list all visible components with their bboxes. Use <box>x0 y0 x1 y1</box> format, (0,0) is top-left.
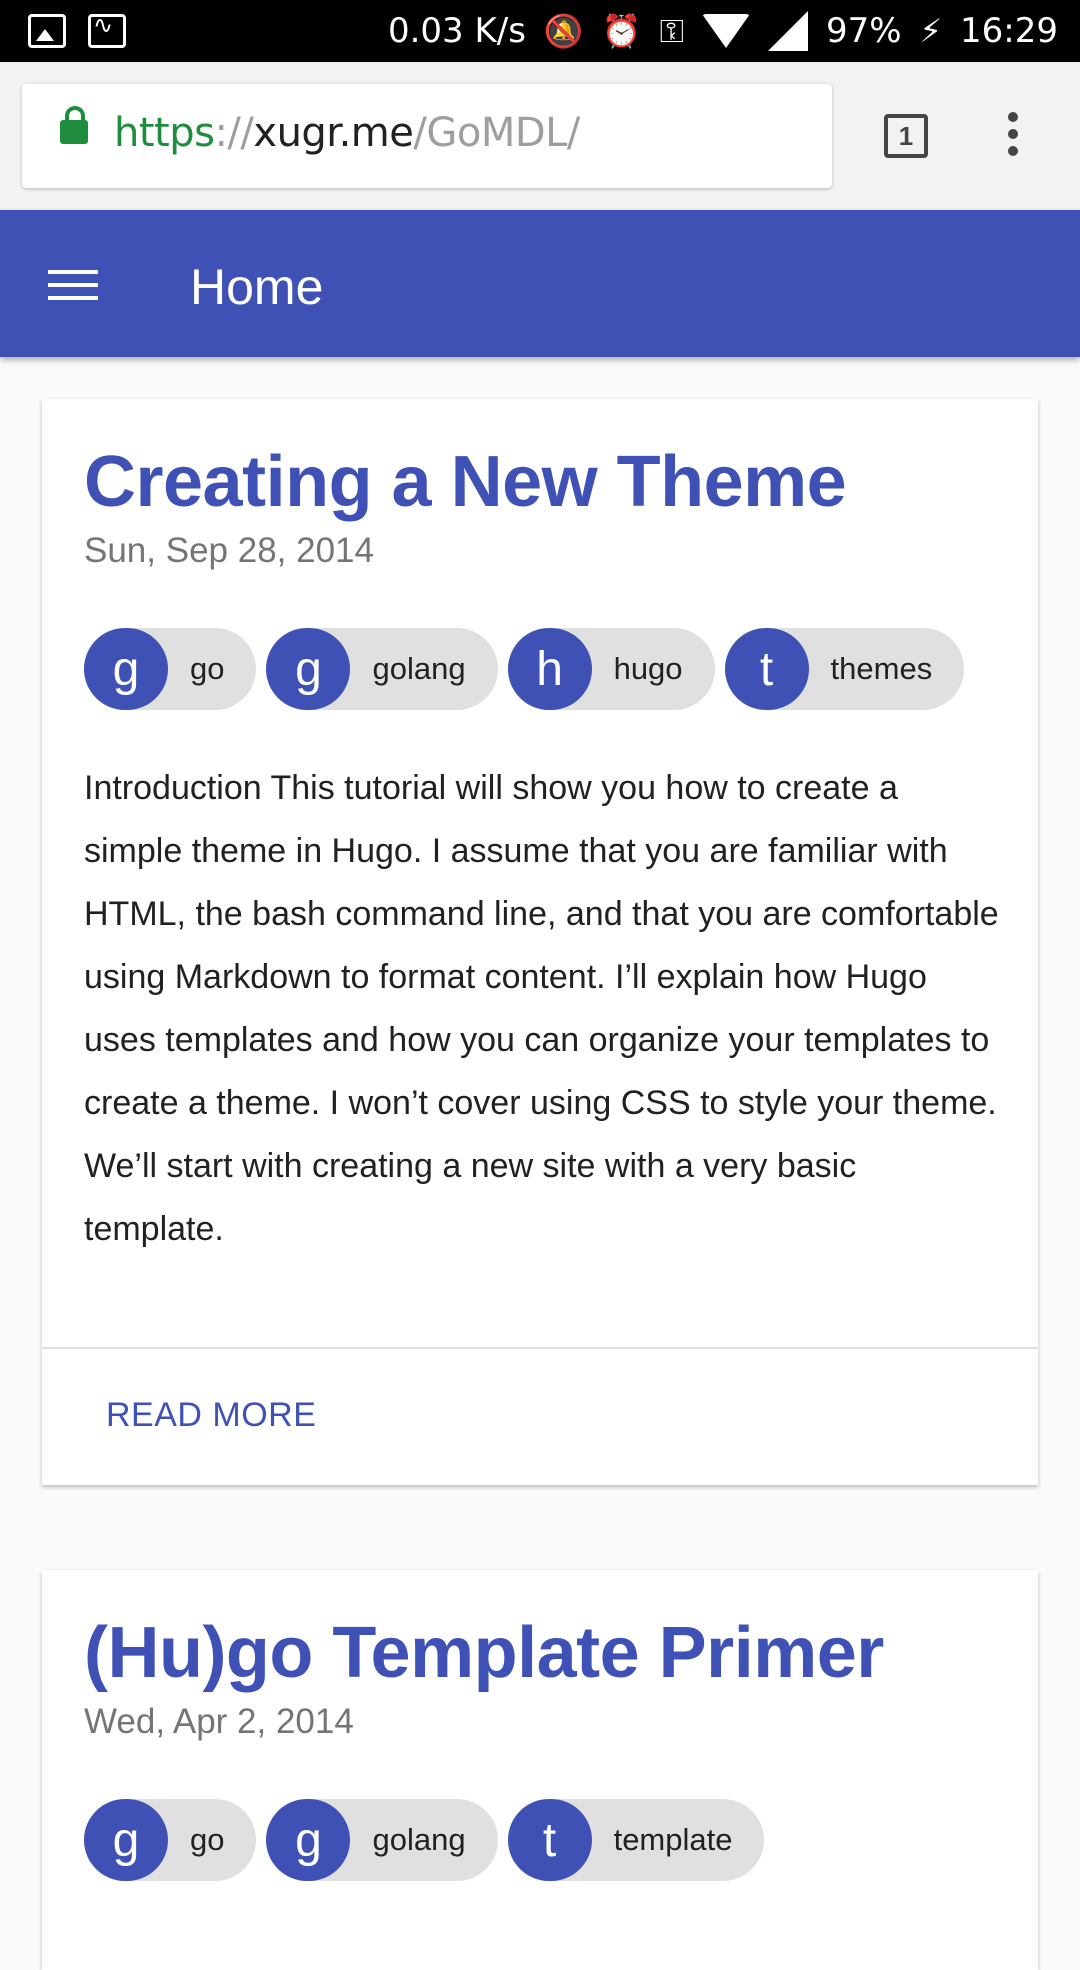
signal-icon <box>767 11 808 51</box>
post-excerpt: Introduction This tutorial will show you… <box>84 769 999 1248</box>
post-date: Wed, Apr 2, 2014 <box>84 1702 354 1741</box>
clock: 16:29 <box>960 11 1058 51</box>
browser-toolbar: https://xugr.me/GoMDL/ 1 <box>0 62 1080 210</box>
activity-notification-icon: ∿ <box>88 13 126 48</box>
tag-avatar: g <box>84 1799 168 1881</box>
tag-list: g go g golang h hugo t themes <box>84 628 965 710</box>
post-title[interactable]: Creating a New Theme <box>84 441 847 523</box>
tag-chip[interactable]: t template <box>507 1799 765 1881</box>
url-path: /GoMDL/ <box>413 110 580 156</box>
tag-chip[interactable]: h hugo <box>507 628 715 710</box>
mute-icon: 🔕 <box>543 12 584 50</box>
tag-label: golang <box>372 651 466 686</box>
read-more-button[interactable]: READ MORE <box>106 1396 316 1435</box>
network-speed: 0.03 K/s <box>387 11 526 51</box>
charging-icon: ⚡ <box>919 12 943 50</box>
vpn-key-icon: ⚿ <box>659 12 684 50</box>
battery-level: 97% <box>825 11 902 51</box>
lock-icon <box>60 106 88 144</box>
wifi-icon <box>701 14 750 48</box>
address-bar[interactable]: https://xugr.me/GoMDL/ <box>22 84 832 188</box>
url-host: xugr.me <box>253 110 414 156</box>
tag-label: template <box>613 1822 733 1857</box>
post-date: Sun, Sep 28, 2014 <box>84 531 374 570</box>
url-scheme: https <box>114 110 215 156</box>
tag-avatar: g <box>266 628 351 710</box>
tag-avatar: t <box>724 628 809 710</box>
status-bar: ∿ 0.03 K/s 🔕 ⏰ ⚿ 97% ⚡ 16:29 <box>0 0 1080 62</box>
url-separator: :// <box>214 110 254 156</box>
tag-chip[interactable]: g golang <box>266 628 498 710</box>
tag-avatar: g <box>266 1799 351 1881</box>
menu-dot <box>1008 112 1018 122</box>
tag-chip[interactable]: g go <box>84 628 257 710</box>
post-title[interactable]: (Hu)go Template Primer <box>84 1612 884 1694</box>
tab-switcher-button[interactable]: 1 <box>884 114 928 158</box>
tag-label: hugo <box>613 651 683 686</box>
tag-label: go <box>190 651 225 686</box>
tag-avatar: g <box>84 628 168 710</box>
tag-avatar: h <box>507 628 592 710</box>
alarm-icon: ⏰ <box>601 12 642 50</box>
page-title: Home <box>190 259 324 315</box>
tag-chip[interactable]: g golang <box>266 1799 498 1881</box>
tag-label: go <box>190 1822 225 1857</box>
tag-avatar: t <box>507 1799 592 1881</box>
post-card: (Hu)go Template Primer Wed, Apr 2, 2014 … <box>42 1570 1038 1970</box>
url-text[interactable]: https://xugr.me/GoMDL/ <box>114 110 580 156</box>
browser-menu-button[interactable] <box>1006 112 1020 160</box>
menu-dot <box>1008 129 1018 139</box>
tag-list: g go g golang t template <box>84 1799 765 1881</box>
tag-chip[interactable]: t themes <box>724 628 965 710</box>
card-divider <box>42 1347 1038 1349</box>
menu-dot <box>1008 146 1018 156</box>
hamburger-menu-icon[interactable] <box>48 270 98 300</box>
app-bar: Home <box>0 210 1080 357</box>
tag-label: themes <box>830 651 933 686</box>
tag-label: golang <box>372 1822 466 1857</box>
image-notification-icon <box>28 14 66 48</box>
post-card: Creating a New Theme Sun, Sep 28, 2014 g… <box>42 399 1038 1485</box>
tag-chip[interactable]: g go <box>84 1799 257 1881</box>
